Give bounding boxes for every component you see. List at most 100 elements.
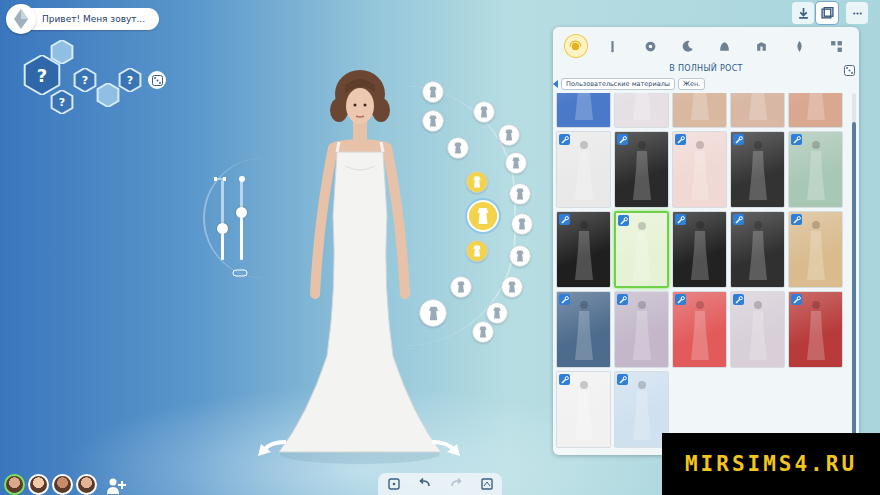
- body-slider-knob[interactable]: [217, 223, 228, 234]
- category-button[interactable]: [498, 124, 520, 146]
- top-menu-button[interactable]: [846, 2, 868, 24]
- outfit-category-icon: [606, 40, 619, 53]
- trait-slot[interactable]: ?: [118, 68, 142, 92]
- item-thumbnail[interactable]: [730, 131, 785, 208]
- body-slider-track[interactable]: [240, 180, 243, 260]
- outfit-category-tab[interactable]: [676, 35, 698, 57]
- outfit-category-icon: [755, 40, 768, 53]
- category-button[interactable]: [467, 200, 499, 232]
- item-thumbnail[interactable]: [556, 93, 611, 128]
- item-figure-icon: [690, 140, 710, 206]
- household-sim-portrait[interactable]: [28, 474, 49, 495]
- randomize-traits-icon[interactable]: [148, 71, 166, 89]
- item-thumbnail[interactable]: [556, 211, 611, 288]
- undo-icon[interactable]: [417, 476, 433, 492]
- category-button[interactable]: [473, 101, 495, 123]
- category-button[interactable]: [509, 245, 531, 267]
- category-button[interactable]: [447, 137, 469, 159]
- item-thumbnail[interactable]: [788, 131, 843, 208]
- category-button[interactable]: [466, 171, 488, 193]
- household-sim-portrait[interactable]: [4, 474, 25, 495]
- category-button[interactable]: [466, 240, 488, 262]
- rotate-right-icon[interactable]: [428, 436, 462, 460]
- randomize-outfit-icon[interactable]: [844, 61, 855, 80]
- trait-slot[interactable]: ?: [73, 68, 97, 92]
- household-sim-portrait[interactable]: [76, 474, 97, 495]
- body-slider-knob[interactable]: [236, 207, 247, 218]
- filter-chip[interactable]: Жен.: [678, 78, 705, 90]
- item-thumbnail[interactable]: [730, 93, 785, 128]
- outfit-category-tab[interactable]: [788, 35, 810, 57]
- top-menu-button[interactable]: [816, 2, 838, 24]
- trait-slot[interactable]: ?: [22, 55, 62, 95]
- item-figure-icon: [748, 140, 768, 206]
- item-thumbnail[interactable]: [614, 131, 669, 208]
- outfit-category-tab[interactable]: [602, 35, 624, 57]
- item-figure-icon: [748, 220, 768, 286]
- category-button[interactable]: [486, 302, 508, 324]
- name-bubble[interactable]: Привет! Меня зовут...: [6, 4, 159, 34]
- randomize-icon[interactable]: [386, 476, 402, 492]
- outfit-category-tab[interactable]: [565, 35, 587, 57]
- category-button[interactable]: [472, 321, 494, 343]
- item-thumbnail[interactable]: [556, 131, 611, 208]
- household-bar: [4, 474, 126, 495]
- item-thumbnail[interactable]: [614, 371, 669, 448]
- item-thumbnail[interactable]: [556, 371, 611, 448]
- custom-content-icon: [791, 214, 802, 225]
- clothing-panel: В ПОЛНЫЙ РОСТ Пользовательские материалыЖ…: [553, 27, 859, 455]
- panel-title-row: В ПОЛНЫЙ РОСТ: [553, 61, 859, 75]
- custom-content-icon: [733, 294, 744, 305]
- outfit-category-icon: [718, 40, 731, 53]
- add-sim-icon[interactable]: [106, 477, 126, 495]
- item-thumbnail[interactable]: [556, 291, 611, 368]
- category-button[interactable]: [422, 110, 444, 132]
- item-thumbnail[interactable]: [672, 131, 727, 208]
- item-thumbnail[interactable]: [788, 211, 843, 288]
- item-figure-icon: [806, 93, 826, 126]
- item-thumbnail[interactable]: [730, 211, 785, 288]
- gallery-save-icon[interactable]: [479, 476, 495, 492]
- trait-slot[interactable]: ?: [50, 90, 74, 114]
- rotate-left-icon[interactable]: [256, 436, 290, 460]
- item-figure-icon: [632, 300, 652, 366]
- item-figure-icon: [690, 220, 710, 286]
- outfit-category-tab[interactable]: [825, 35, 847, 57]
- item-thumbnail[interactable]: [788, 291, 843, 368]
- item-thumbnail[interactable]: [730, 291, 785, 368]
- item-thumbnail[interactable]: [788, 93, 843, 128]
- item-thumbnail[interactable]: [672, 291, 727, 368]
- category-button[interactable]: [422, 81, 444, 103]
- filter-arrow-icon[interactable]: [553, 80, 558, 88]
- item-preview: [673, 93, 726, 127]
- item-thumbnail[interactable]: [614, 211, 669, 288]
- item-thumbnail[interactable]: [614, 291, 669, 368]
- top-menu-button[interactable]: [792, 2, 814, 24]
- scrollbar-track[interactable]: [852, 93, 856, 451]
- body-slider-track[interactable]: [221, 180, 224, 260]
- custom-content-icon: [617, 134, 628, 145]
- item-thumbnail[interactable]: [614, 93, 669, 128]
- category-button[interactable]: [501, 276, 523, 298]
- sim-figure[interactable]: [275, 56, 445, 466]
- trait-slot-empty[interactable]: [50, 40, 74, 64]
- item-thumbnail[interactable]: [672, 93, 727, 128]
- panel-tabs: [553, 27, 859, 61]
- trait-label: ?: [37, 65, 47, 86]
- category-button[interactable]: [450, 276, 472, 298]
- outfit-category-tab[interactable]: [639, 35, 661, 57]
- filter-chip[interactable]: Пользовательские материалы: [561, 78, 675, 90]
- body-shape-icon: [214, 168, 250, 187]
- category-button[interactable]: [511, 213, 533, 235]
- outfit-category-tab[interactable]: [751, 35, 773, 57]
- item-thumbnail[interactable]: [672, 211, 727, 288]
- trait-slot-empty[interactable]: [96, 83, 120, 107]
- outfit-category-tab[interactable]: [714, 35, 736, 57]
- category-button[interactable]: [509, 183, 531, 205]
- scrollbar-thumb[interactable]: [852, 122, 856, 451]
- name-bubble-text[interactable]: Привет! Меня зовут...: [20, 8, 159, 30]
- category-button[interactable]: [505, 152, 527, 174]
- household-sim-portrait[interactable]: [52, 474, 73, 495]
- category-button[interactable]: [419, 299, 447, 327]
- clothing-icon: [514, 250, 526, 262]
